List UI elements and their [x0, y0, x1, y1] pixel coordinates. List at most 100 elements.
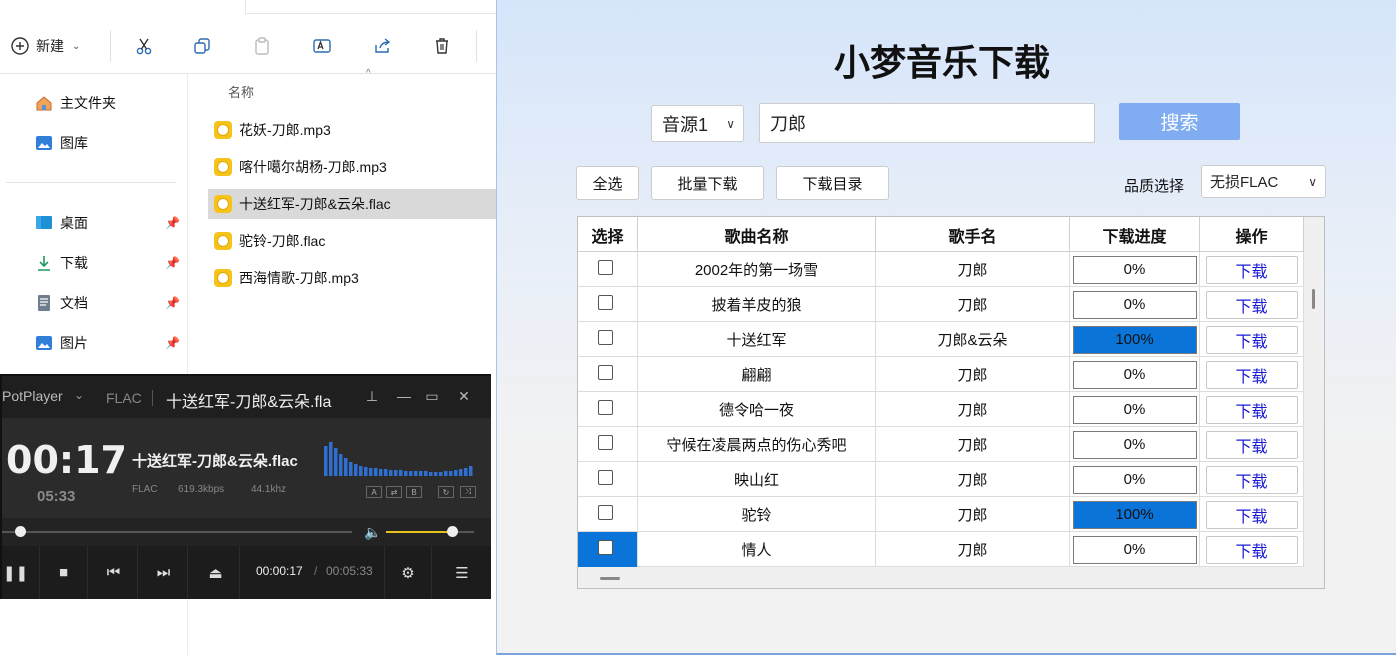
app-title: 小梦音乐下载 [833, 42, 1050, 83]
download-button[interactable]: 下载 [1205, 535, 1298, 564]
paste-button[interactable] [248, 30, 276, 62]
spectrum-bar [459, 469, 463, 476]
duration-time: 00:05:33 [326, 564, 373, 578]
select-cell [578, 252, 638, 287]
nav-item-home[interactable]: 主文件夹 [34, 90, 184, 116]
row-checkbox[interactable] [598, 330, 613, 345]
select-all-button[interactable]: 全选 [576, 166, 639, 200]
search-button[interactable]: 搜索 [1119, 103, 1240, 140]
repeat-b-button[interactable]: B [406, 486, 422, 498]
download-button[interactable]: 下载 [1205, 465, 1298, 494]
download-button[interactable]: 下载 [1205, 395, 1298, 424]
cut-button[interactable] [130, 30, 158, 62]
volume-handle[interactable] [447, 526, 458, 537]
audio-file-icon [214, 232, 232, 250]
row-checkbox[interactable] [598, 470, 613, 485]
progress-cell: 0% [1070, 462, 1200, 497]
ab-repeat-icon[interactable]: ⇄ [386, 486, 402, 498]
share-button[interactable] [368, 30, 396, 62]
chevron-down-icon[interactable]: ⌄ [74, 388, 84, 402]
eject-button[interactable]: ⏏ [192, 546, 240, 599]
download-button[interactable]: 下载 [1205, 255, 1298, 284]
download-button[interactable]: 下载 [1205, 325, 1298, 354]
row-checkbox[interactable] [598, 540, 613, 555]
table-row: 驼铃 刀郎 100% 下载 [578, 497, 1304, 532]
next-button[interactable]: ⏭ [140, 546, 188, 599]
eject-icon: ⏏ [208, 564, 223, 582]
source-select[interactable]: 音源1 ∨ [651, 105, 744, 142]
nav-item-gallery[interactable]: 图库 [34, 130, 184, 156]
row-checkbox[interactable] [598, 400, 613, 415]
select-cell [578, 392, 638, 427]
stop-button[interactable]: ■ [40, 546, 88, 599]
stop-icon: ■ [58, 564, 69, 581]
player-seek-area: 🔈 [2, 518, 491, 546]
search-input[interactable] [759, 103, 1095, 143]
row-checkbox[interactable] [598, 295, 613, 310]
download-button[interactable]: 下载 [1205, 500, 1298, 529]
batch-download-button[interactable]: 批量下载 [651, 166, 764, 200]
file-item-selected[interactable]: 十送红军-刀郎&云朵.flac [208, 189, 496, 219]
song-table: 选择 歌曲名称 歌手名 下载进度 操作 2002年的第一场雪 刀郎 0% 下载 披着羊皮… [577, 216, 1325, 589]
row-checkbox[interactable] [598, 505, 613, 520]
file-item[interactable]: 喀什噶尔胡杨-刀郎.mp3 [208, 152, 496, 182]
download-button[interactable]: 下载 [1205, 290, 1298, 319]
menu-button[interactable]: ☰ [438, 546, 486, 599]
horizontal-scrollbar[interactable] [600, 577, 620, 580]
row-checkbox[interactable] [598, 435, 613, 450]
vertical-scrollbar[interactable] [1312, 289, 1315, 309]
spectrum-bar [434, 472, 438, 476]
table-header: 选择 歌曲名称 歌手名 下载进度 操作 [578, 217, 1304, 252]
column-header-name[interactable]: 名称 [228, 82, 254, 101]
volume-icon[interactable]: 🔈 [364, 524, 381, 541]
file-item[interactable]: 花妖-刀郎.mp3 [208, 115, 496, 145]
row-checkbox[interactable] [598, 260, 613, 275]
progress-cell: 0% [1070, 427, 1200, 462]
minimize-icon[interactable]: — [395, 388, 413, 404]
pause-button[interactable]: ❚❚ [0, 546, 40, 599]
download-dir-button[interactable]: 下载目录 [776, 166, 889, 200]
previous-button[interactable]: ⏮ [90, 546, 138, 599]
quality-select[interactable]: 无损FLAC ∨ [1201, 165, 1326, 198]
progress-cell: 0% [1070, 357, 1200, 392]
chevron-down-icon: ⌄ [72, 40, 81, 52]
repeat-a-button[interactable]: A [366, 486, 382, 498]
maximize-icon[interactable]: ▭ [423, 388, 441, 405]
seek-bar[interactable] [2, 531, 352, 533]
player-controls: ❚❚ ■ ⏮ ⏭ ⏏ 00:00:17 / 00:05:33 ⚙ ☰ [2, 546, 491, 599]
toolbar-divider [476, 30, 477, 62]
nav-item-desktop[interactable]: 桌面 📌 [34, 210, 184, 236]
seek-handle[interactable] [14, 526, 26, 537]
close-icon[interactable]: ✕ [455, 388, 473, 405]
copy-button[interactable] [188, 30, 216, 62]
spectrum-bar [374, 468, 378, 476]
download-button[interactable]: 下载 [1205, 430, 1298, 459]
nav-item-pictures[interactable]: 图片 📌 [34, 330, 184, 356]
shuffle-icon[interactable]: ⤨ [460, 486, 476, 498]
file-item[interactable]: 驼铃-刀郎.flac [208, 226, 496, 256]
song-name-cell: 驼铃 [638, 497, 876, 532]
nav-item-downloads[interactable]: 下载 📌 [34, 250, 184, 276]
table-row: 披着羊皮的狼 刀郎 0% 下载 [578, 287, 1304, 322]
file-item[interactable]: 西海情歌-刀郎.mp3 [208, 263, 496, 293]
player-brand[interactable]: PotPlayer [2, 388, 63, 404]
pin-icon[interactable]: ⊥ [363, 388, 381, 405]
table-row: 2002年的第一场雪 刀郎 0% 下载 [578, 252, 1304, 287]
new-button[interactable]: 新建 ⌄ [10, 30, 94, 62]
spectrum-bar [414, 471, 418, 476]
delete-button[interactable] [428, 30, 456, 62]
loop-icon[interactable]: ↻ [438, 486, 454, 498]
column-header-action: 操作 [1200, 217, 1304, 252]
settings-button[interactable]: ⚙ [384, 546, 432, 599]
select-cell [578, 462, 638, 497]
pause-icon: ❚❚ [2, 564, 29, 582]
spectrum-bar [369, 468, 373, 476]
artist-cell: 刀郎 [876, 287, 1070, 322]
row-checkbox[interactable] [598, 365, 613, 380]
nav-item-documents[interactable]: 文档 📌 [34, 290, 184, 316]
artist-cell: 刀郎&云朵 [876, 322, 1070, 357]
rename-button[interactable] [308, 30, 336, 62]
spectrum-bar [449, 471, 453, 476]
spectrum-bar [354, 464, 358, 476]
download-button[interactable]: 下载 [1205, 360, 1298, 389]
